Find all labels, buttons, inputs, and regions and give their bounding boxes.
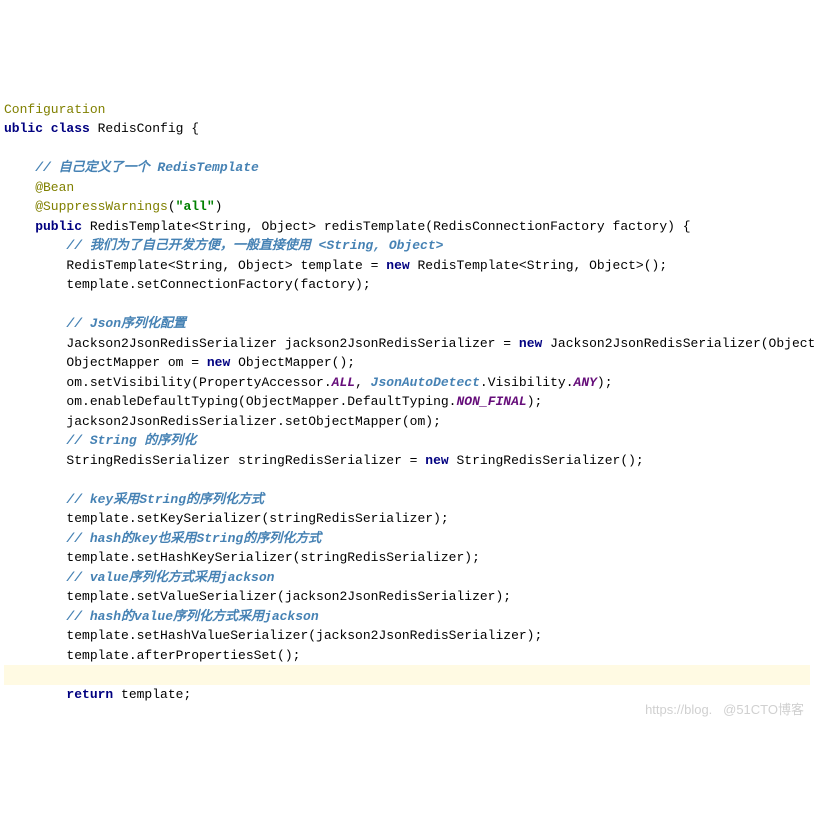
annotation-suppress: @SuppressWarnings bbox=[4, 199, 168, 214]
comment: // key采用String的序列化方式 bbox=[4, 492, 264, 507]
static-field: ALL bbox=[332, 375, 355, 390]
code-line: RedisTemplate<String, Object>(); bbox=[417, 258, 667, 273]
paren-close: ) bbox=[215, 199, 223, 214]
code-line: ); bbox=[527, 394, 543, 409]
static-field: NON_FINAL bbox=[456, 394, 526, 409]
method-sig: RedisTemplate<String, Object> redisTempl… bbox=[90, 219, 691, 234]
code-line: StringRedisSerializer stringRedisSeriali… bbox=[4, 453, 425, 468]
comment: // hash的value序列化方式采用jackson bbox=[4, 609, 319, 624]
highlighted-line bbox=[4, 665, 810, 685]
class-ref: JsonAutoDetect bbox=[371, 375, 480, 390]
keyword-new: new bbox=[386, 258, 417, 273]
code-line: , bbox=[355, 375, 371, 390]
code-line: Jackson2JsonRedisSerializer(Object.clas bbox=[550, 336, 814, 351]
code-line: ); bbox=[597, 375, 613, 390]
static-field: ANY bbox=[574, 375, 597, 390]
comment: // String 的序列化 bbox=[4, 433, 196, 448]
code-line: template.setHashKeySerializer(stringRedi… bbox=[4, 550, 480, 565]
string-literal: "all" bbox=[176, 199, 215, 214]
class-name: RedisConfig { bbox=[98, 121, 199, 136]
code-line: ObjectMapper(); bbox=[238, 355, 355, 370]
code-indent bbox=[4, 687, 66, 702]
comment: // value序列化方式采用jackson bbox=[4, 570, 274, 585]
keyword-new: new bbox=[519, 336, 550, 351]
keyword-return: return bbox=[66, 687, 121, 702]
comment: // 我们为了自己开发方便，一般直接使用 <String, Object> bbox=[4, 238, 443, 253]
code-line: ObjectMapper om = bbox=[4, 355, 207, 370]
comment: // Json序列化配置 bbox=[4, 316, 186, 331]
keyword-new: new bbox=[207, 355, 238, 370]
code-line: om.setVisibility(PropertyAccessor. bbox=[4, 375, 332, 390]
keyword: ublic class bbox=[4, 121, 98, 136]
annotation: Configuration bbox=[4, 102, 105, 117]
code-line: template.setConnectionFactory(factory); bbox=[4, 277, 371, 292]
keyword-public: public bbox=[4, 219, 90, 234]
code-line: jackson2JsonRedisSerializer.setObjectMap… bbox=[4, 414, 441, 429]
code-line: RedisTemplate<String, Object> template = bbox=[4, 258, 386, 273]
code-line: template; bbox=[121, 687, 191, 702]
code-line: om.enableDefaultTyping(ObjectMapper.Defa… bbox=[4, 394, 456, 409]
annotation-bean: @Bean bbox=[4, 180, 74, 195]
code-line: .Visibility. bbox=[480, 375, 574, 390]
code-line: template.setValueSerializer(jackson2Json… bbox=[4, 589, 511, 604]
code-line: StringRedisSerializer(); bbox=[457, 453, 644, 468]
paren: ( bbox=[168, 199, 176, 214]
code-line: template.afterPropertiesSet(); bbox=[4, 648, 300, 663]
comment: // 自己定义了一个 RedisTemplate bbox=[4, 160, 259, 175]
code-line: template.setHashValueSerializer(jackson2… bbox=[4, 628, 542, 643]
code-editor: Configuration ublic class RedisConfig { … bbox=[0, 78, 814, 726]
comment: // hash的key也采用String的序列化方式 bbox=[4, 531, 321, 546]
watermark: https://blog. @51CTO博客 bbox=[645, 700, 804, 720]
code-line: Jackson2JsonRedisSerializer jackson2Json… bbox=[4, 336, 519, 351]
code-line: template.setKeySerializer(stringRedisSer… bbox=[4, 511, 449, 526]
keyword-new: new bbox=[425, 453, 456, 468]
